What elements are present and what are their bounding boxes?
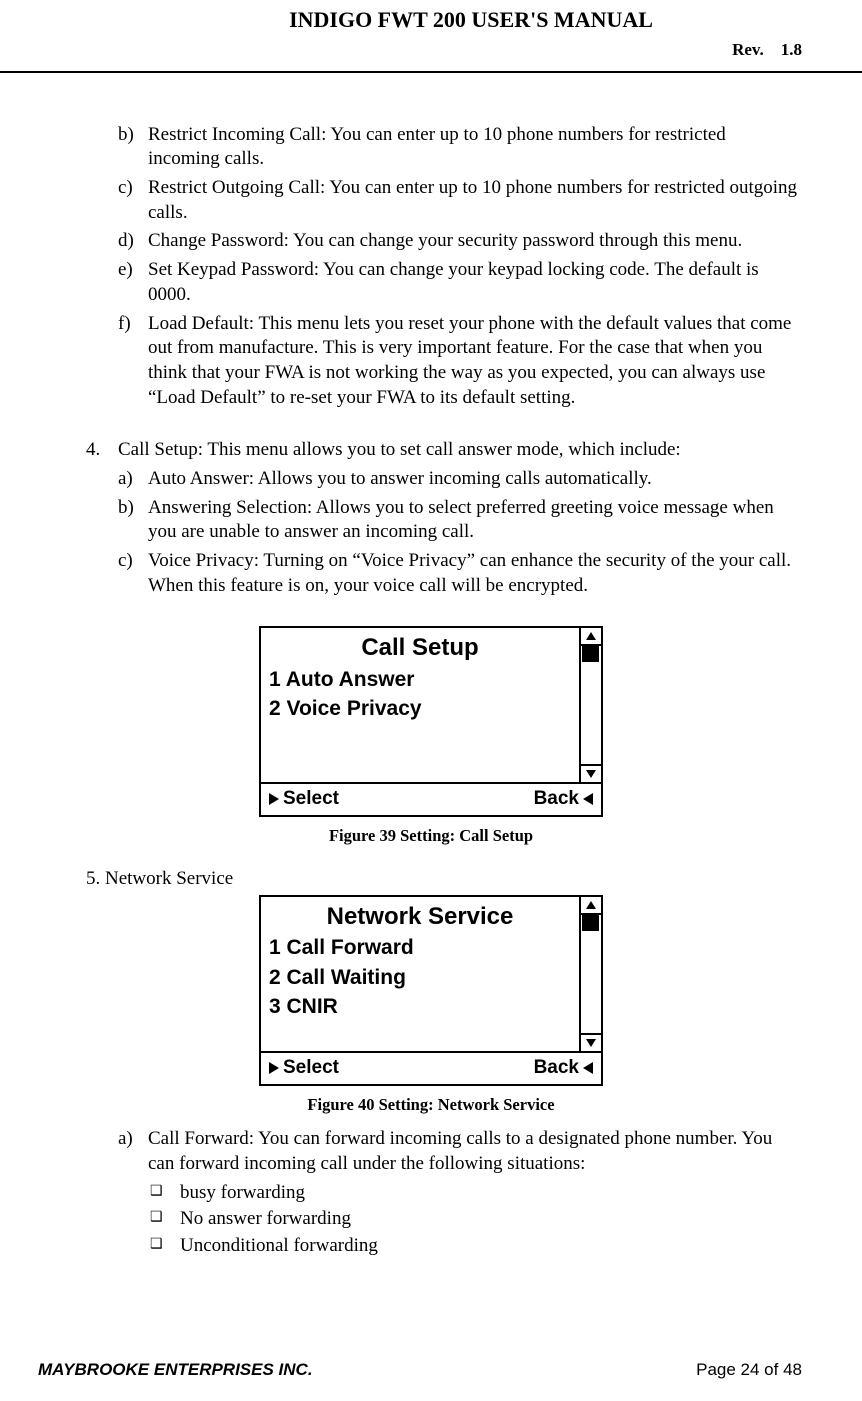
bullet-icon: ❑ [150, 1207, 180, 1232]
list-item: f) Load Default: This menu lets you rese… [118, 312, 812, 411]
list-item: a) Auto Answer: Allows you to answer inc… [118, 467, 812, 492]
list-text: Restrict Outgoing Call: You can enter up… [148, 176, 812, 225]
list-text: Change Password: You can change your sec… [148, 229, 812, 254]
menu-item[interactable]: 2 Voice Privacy [269, 695, 571, 722]
list-marker: d) [118, 229, 148, 254]
list-marker: f) [118, 312, 148, 411]
triangle-right-icon [269, 793, 279, 805]
scrollbar[interactable] [579, 897, 601, 1051]
list-text: Voice Privacy: Turning on “Voice Privacy… [148, 549, 812, 598]
triangle-right-icon [269, 1062, 279, 1074]
scroll-up-icon[interactable] [581, 628, 601, 646]
list-text: Restrict Incoming Call: You can enter up… [148, 123, 812, 172]
footer-company: MAYBROOKE ENTERPRISES INC. [38, 1359, 313, 1381]
bullet-text: Unconditional forwarding [180, 1234, 378, 1259]
footer-page: Page 24 of 48 [696, 1359, 802, 1381]
figure-caption: Figure 39 Setting: Call Setup [50, 825, 812, 846]
list-item: c) Restrict Outgoing Call: You can enter… [118, 176, 812, 225]
screen-content: Call Setup 1 Auto Answer 2 Voice Privacy [261, 628, 579, 782]
scroll-track[interactable] [581, 915, 601, 1033]
revision-line: Rev. 1.8 [60, 39, 802, 61]
manual-title: INDIGO FWT 200 USER'S MANUAL [140, 6, 802, 35]
rev-label: Rev. [732, 40, 764, 59]
list-text: Call Forward: You can forward incoming c… [148, 1127, 812, 1176]
scroll-up-icon[interactable] [581, 897, 601, 915]
select-softkey[interactable]: Select [269, 1056, 339, 1081]
rev-value: 1.8 [781, 40, 802, 59]
scrollbar[interactable] [579, 628, 601, 782]
list-text: Answering Selection: Allows you to selec… [148, 496, 812, 545]
screen-footer: Select Back [261, 784, 601, 815]
section-4: 4. Call Setup: This menu allows you to s… [86, 438, 812, 463]
list-text: Load Default: This menu lets you reset y… [148, 312, 812, 411]
bullet-icon: ❑ [150, 1234, 180, 1259]
section-5: 5. Network Service [86, 867, 812, 892]
list-item: e) Set Keypad Password: You can change y… [118, 258, 812, 307]
menu-item[interactable]: 1 Auto Answer [269, 666, 571, 693]
list-item: a) Call Forward: You can forward incomin… [118, 1127, 812, 1176]
triangle-left-icon [583, 793, 593, 805]
scroll-thumb[interactable] [582, 646, 599, 662]
bullet-item: ❑ busy forwarding [150, 1181, 812, 1206]
screen-content: Network Service 1 Call Forward 2 Call Wa… [261, 897, 579, 1051]
list-marker: c) [118, 549, 148, 598]
list-item: d) Change Password: You can change your … [118, 229, 812, 254]
list-item: c) Voice Privacy: Turning on “Voice Priv… [118, 549, 812, 598]
screen-title: Network Service [269, 901, 571, 932]
scroll-track[interactable] [581, 646, 601, 764]
screen-body: Network Service 1 Call Forward 2 Call Wa… [261, 897, 601, 1053]
page-header: INDIGO FWT 200 USER'S MANUAL Rev. 1.8 [0, 0, 862, 73]
list-text: Set Keypad Password: You can change your… [148, 258, 812, 307]
bullet-text: No answer forwarding [180, 1207, 351, 1232]
figure-caption: Figure 40 Setting: Network Service [50, 1094, 812, 1115]
triangle-left-icon [583, 1062, 593, 1074]
bullet-text: busy forwarding [180, 1181, 305, 1206]
scroll-thumb[interactable] [582, 915, 599, 931]
page-content: b) Restrict Incoming Call: You can enter… [0, 73, 862, 1301]
section-marker: 4. [86, 438, 118, 463]
bullet-item: ❑ No answer forwarding [150, 1207, 812, 1232]
menu-item[interactable]: 3 CNIR [269, 993, 571, 1020]
phone-screen-network-service: Network Service 1 Call Forward 2 Call Wa… [259, 895, 603, 1086]
list-marker: c) [118, 176, 148, 225]
section-text: Call Setup: This menu allows you to set … [118, 438, 812, 463]
menu-item[interactable]: 1 Call Forward [269, 934, 571, 961]
screen-title: Call Setup [269, 632, 571, 663]
bullet-icon: ❑ [150, 1181, 180, 1206]
scroll-down-icon[interactable] [581, 1033, 601, 1051]
scroll-down-icon[interactable] [581, 764, 601, 782]
list-marker: b) [118, 496, 148, 545]
list-marker: a) [118, 1127, 148, 1176]
list-marker: b) [118, 123, 148, 172]
select-softkey[interactable]: Select [269, 787, 339, 812]
list-text: Auto Answer: Allows you to answer incomi… [148, 467, 812, 492]
back-softkey[interactable]: Back [534, 1056, 593, 1081]
phone-screen-call-setup: Call Setup 1 Auto Answer 2 Voice Privacy… [259, 626, 603, 817]
bullet-item: ❑ Unconditional forwarding [150, 1234, 812, 1259]
screen-body: Call Setup 1 Auto Answer 2 Voice Privacy [261, 628, 601, 784]
page-footer: MAYBROOKE ENTERPRISES INC. Page 24 of 48 [0, 1359, 862, 1401]
list-item: b) Restrict Incoming Call: You can enter… [118, 123, 812, 172]
back-softkey[interactable]: Back [534, 787, 593, 812]
list-item: b) Answering Selection: Allows you to se… [118, 496, 812, 545]
list-marker: a) [118, 467, 148, 492]
list-marker: e) [118, 258, 148, 307]
screen-footer: Select Back [261, 1053, 601, 1084]
menu-item[interactable]: 2 Call Waiting [269, 964, 571, 991]
